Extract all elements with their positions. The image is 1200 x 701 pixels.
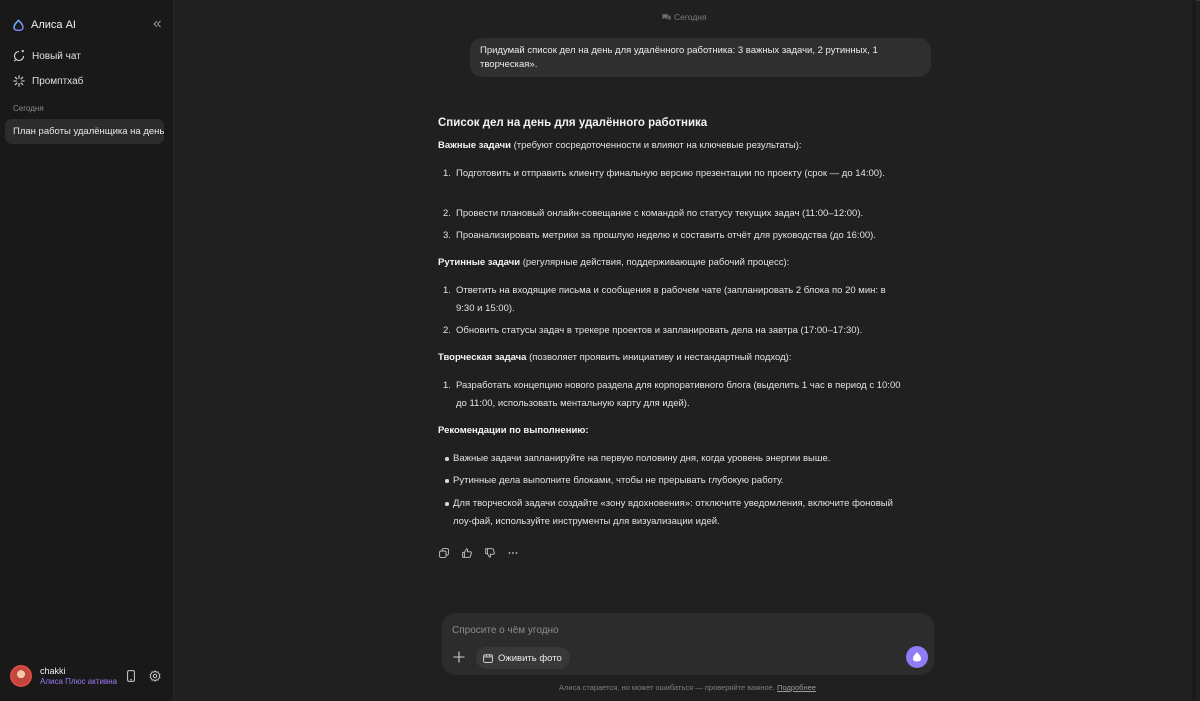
section-label-today: Сегодня (13, 104, 44, 113)
prompthub-button[interactable]: Промптхаб (6, 69, 166, 93)
creative-heading-line: Творческая задача (позволяет проявить ин… (438, 351, 791, 365)
sparkle-icon (12, 75, 25, 88)
alice-send-icon (912, 652, 922, 662)
avatar[interactable] (10, 665, 32, 687)
list-item: 2. Провести плановый онлайн‑совещание с к… (443, 205, 903, 223)
photo-icon (483, 654, 493, 663)
learn-more-link[interactable]: Подробнее (777, 683, 816, 692)
disclaimer-text: Алиса старается, но может ошибаться — пр… (559, 683, 775, 692)
list-item: Рутинные дела выполните блоками, чтобы н… (443, 472, 903, 490)
creative-heading: Творческая задача (438, 352, 527, 363)
sidebar: Алиса AI Новый чат Промптхаб Сегодня Пла… (0, 0, 174, 701)
creative-item-1: Разработать концепцию нового раздела для… (456, 380, 901, 409)
more-button[interactable] (507, 548, 518, 559)
new-chat-icon (12, 50, 25, 63)
plus-icon[interactable] (453, 651, 465, 663)
creative-note: (позволяет проявить инициативу и нестанд… (526, 352, 792, 363)
list-item: Важные задачи запланируйте на первую пол… (443, 450, 903, 468)
routine-item-1: Ответить на входящие письма и сообщения … (456, 285, 886, 314)
chat-history-item[interactable]: План работы удалёнщика на день (5, 119, 164, 144)
disclaimer: Алиса старается, но может ошибаться — пр… (559, 683, 816, 692)
date-separator: Сегодня (662, 12, 707, 22)
gear-icon (149, 670, 161, 682)
important-heading: Важные задачи (438, 140, 511, 151)
message-composer: Оживить фото (442, 613, 934, 675)
list-item: 2. Обновить статусы задач в трекере проек… (443, 322, 903, 340)
important-item-2: Провести плановый онлайн‑совещание с ком… (456, 208, 864, 219)
more-icon (508, 552, 517, 554)
important-note: (требуют сосредоточенности и влияют на к… (510, 140, 802, 151)
tip-1: Важные задачи запланируйте на первую пол… (453, 453, 831, 464)
double-chevron-left-icon (153, 20, 161, 28)
phone-button[interactable] (125, 669, 137, 683)
new-chat-label: Новый чат (32, 50, 81, 62)
brand[interactable]: Алиса AI (12, 17, 76, 33)
important-heading-line: Важные задачи (требуют сосредоточенности… (438, 139, 802, 153)
copy-button[interactable] (438, 548, 449, 559)
routine-item-2: Обновить статусы задач в трекере проекто… (456, 325, 863, 336)
send-button[interactable] (906, 646, 928, 668)
alice-logo-icon (13, 18, 24, 31)
message-input[interactable] (452, 622, 892, 638)
new-chat-button[interactable]: Новый чат (6, 44, 166, 68)
routine-heading-line: Рутинные задачи (регулярные действия, по… (438, 256, 789, 270)
list-item: Для творческой задачи создайте «зону вдо… (443, 495, 903, 530)
copy-icon (438, 548, 449, 558)
scrollbar[interactable] (1192, 0, 1196, 701)
tip-3: Для творческой задачи создайте «зону вдо… (453, 498, 893, 527)
answer-title: Список дел на день для удалённого работн… (438, 117, 708, 129)
animate-photo-label: Оживить фото (498, 652, 562, 664)
dislike-button[interactable] (484, 548, 495, 559)
chat-bubbles-icon (662, 14, 671, 21)
tip-2: Рутинные дела выполните блоками, чтобы н… (453, 475, 784, 486)
collapse-sidebar-button[interactable] (150, 17, 164, 31)
animate-photo-button[interactable]: Оживить фото (476, 647, 570, 669)
list-item: 3. Проанализировать метрики за прошлую не… (443, 227, 903, 245)
user-message: Придумай список дел на день для удалённо… (470, 38, 931, 77)
user-name: chakki (40, 666, 66, 676)
date-label: Сегодня (674, 12, 707, 22)
prompthub-label: Промптхаб (32, 75, 84, 87)
message-actions (438, 547, 518, 559)
thumbs-down-icon (484, 548, 495, 558)
important-item-3: Проанализировать метрики за прошлую неде… (456, 230, 876, 241)
app-title: Алиса AI (31, 19, 76, 31)
subscription-status[interactable]: Алиса Плюс активна (40, 677, 117, 686)
tips-heading: Рекомендации по выполнению: (438, 425, 589, 436)
user-profile: chakki Алиса Плюс активна (10, 665, 168, 689)
routine-heading: Рутинные задачи (438, 257, 521, 268)
routine-note: (регулярные действия, поддерживающие раб… (520, 257, 790, 268)
list-item: 1. Подготовить и отправить клиенту финаль… (443, 165, 903, 183)
tips-heading-line: Рекомендации по выполнению: (438, 424, 589, 438)
list-item: 1. Ответить на входящие письма и сообщени… (443, 282, 903, 317)
list-item: 1. Разработать концепцию нового раздела д… (443, 377, 903, 412)
thumbs-up-icon (461, 548, 472, 558)
phone-icon (127, 670, 135, 682)
like-button[interactable] (461, 548, 472, 559)
important-item-1: Подготовить и отправить клиенту финальну… (456, 168, 885, 179)
settings-button[interactable] (148, 669, 162, 683)
